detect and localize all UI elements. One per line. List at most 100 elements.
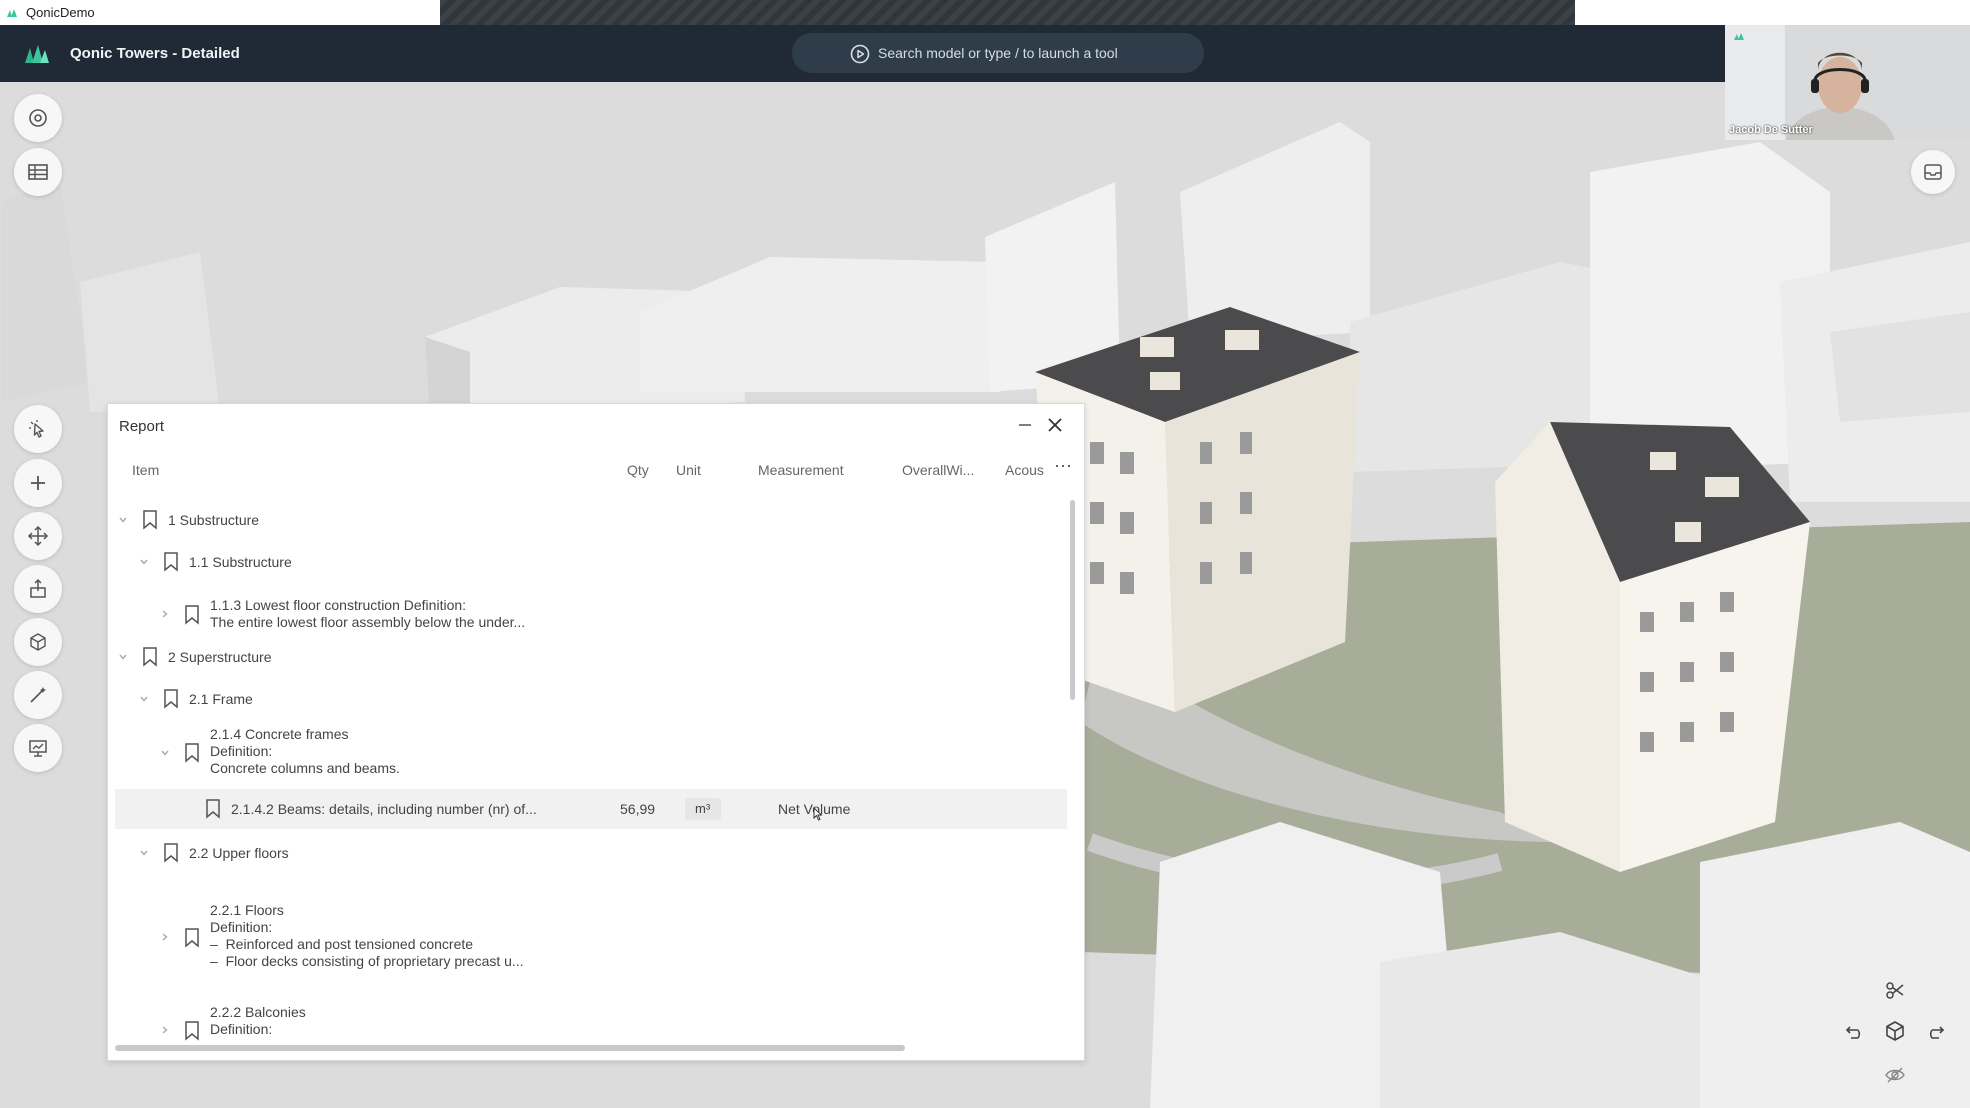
redo-icon	[1929, 1026, 1945, 1039]
select-tool-button[interactable]	[14, 405, 62, 453]
extrude-icon	[30, 578, 46, 598]
edit-tool-button[interactable]	[14, 671, 62, 719]
object-tool-button[interactable]	[14, 618, 62, 666]
inbox-button[interactable]	[1911, 150, 1955, 194]
column-overall-width[interactable]: OverallWi...	[902, 462, 974, 478]
cube-icon	[1886, 1021, 1904, 1041]
object-3d-icon	[30, 633, 46, 651]
bookmark-icon	[185, 743, 199, 763]
move-tool-button[interactable]	[14, 512, 62, 560]
minimize-icon[interactable]	[1016, 416, 1034, 434]
report-column-header: Item Qty Unit Measurement OverallWi... A…	[108, 456, 1086, 484]
vertical-scrollbar[interactable]	[1070, 500, 1075, 700]
chevron-down-icon[interactable]	[118, 515, 128, 525]
scissors-icon	[1886, 982, 1904, 999]
column-measurement[interactable]: Measurement	[758, 462, 844, 478]
extrude-tool-button[interactable]	[14, 565, 62, 613]
move-icon	[27, 525, 49, 547]
tree-row[interactable]: 2.1 Frame	[108, 687, 1068, 711]
selected-table-row[interactable]: 2.1.4.2 Beams: details, including number…	[115, 789, 1067, 829]
qonic-logo-icon	[7, 8, 17, 17]
play-circle-icon	[850, 44, 870, 64]
meeting-right-area	[1575, 0, 1970, 25]
qonic-logo-icon[interactable]	[24, 43, 50, 65]
tree-row-label: 2.2 Upper floors	[189, 845, 289, 861]
tree-row[interactable]: 2.2 Upper floors	[108, 841, 1068, 865]
report-panel[interactable]: Report Item Qty Unit Measurement Overall…	[107, 403, 1085, 1061]
add-tool-button[interactable]	[14, 459, 62, 507]
column-unit[interactable]: Unit	[676, 462, 701, 478]
horizontal-scrollbar[interactable]	[115, 1045, 905, 1051]
search-zoom-icon	[29, 109, 47, 127]
command-search-input[interactable]: Search model or type / to launch a tool	[792, 33, 1204, 73]
model-viewport[interactable]: Report Item Qty Unit Measurement Overall…	[0, 82, 1970, 1108]
qty-value: 56,99	[620, 801, 656, 817]
column-item[interactable]: Item	[132, 462, 159, 478]
chevron-right-icon[interactable]	[160, 932, 170, 942]
tree-row[interactable]: 2.1.4 Concrete frames Definition: Concre…	[108, 726, 1068, 780]
table-view-button[interactable]	[14, 148, 62, 196]
presentation-tool-button[interactable]	[14, 724, 62, 772]
project-title: Qonic Towers - Detailed	[70, 45, 240, 62]
participant-video-image	[1725, 25, 1970, 140]
meeting-top-bar: QonicDemo	[0, 0, 1970, 25]
report-title: Report	[119, 418, 165, 435]
chevron-right-icon[interactable]	[160, 609, 170, 619]
column-acoustic[interactable]: Acous	[1005, 462, 1044, 478]
tree-row-label: 2.2.2 Balconies Definition:	[210, 1004, 306, 1037]
bookmark-icon	[185, 1021, 199, 1041]
chevron-down-icon[interactable]	[139, 848, 149, 858]
unit-badge[interactable]: m³	[685, 798, 721, 820]
tree-row[interactable]: 2 Superstructure	[108, 645, 1068, 669]
tree-row-label: 2.1 Frame	[189, 691, 253, 707]
mouse-cursor-icon	[813, 807, 823, 821]
bookmark-icon	[164, 552, 178, 572]
visibility-toggle-button[interactable]	[1880, 1060, 1910, 1090]
tree-row[interactable]: 2.2.2 Balconies Definition:	[108, 1004, 1068, 1041]
redo-view-button[interactable]	[1923, 1018, 1953, 1048]
tree-row[interactable]: 1.1 Substructure	[108, 550, 1068, 574]
add-icon	[31, 476, 45, 490]
tree-row-label: 2 Superstructure	[168, 649, 272, 665]
bookmark-icon	[206, 799, 220, 819]
participant-name: Jacob De Sutter	[1729, 124, 1813, 136]
tree-row-label: 2.2.1 Floors Definition: – Reinforced an…	[210, 902, 524, 969]
bookmark-icon	[164, 689, 178, 709]
tree-row-label: 1 Substructure	[168, 512, 260, 528]
undo-view-button[interactable]	[1837, 1018, 1867, 1048]
app-header: Qonic Towers - Detailed Search model or …	[0, 25, 1725, 82]
close-icon[interactable]	[1046, 416, 1064, 434]
chevron-down-icon[interactable]	[139, 557, 149, 567]
eye-off-icon	[1885, 1067, 1905, 1083]
tree-row[interactable]: 1 Substructure	[108, 508, 1068, 532]
undo-icon	[1845, 1026, 1861, 1039]
more-columns-icon[interactable]: ⋯	[1054, 456, 1072, 477]
bookmark-icon	[143, 510, 157, 530]
tree-row-label: 2.1.4 Concrete frames Definition: Concre…	[210, 726, 400, 776]
presentation-icon	[29, 740, 47, 757]
tree-row[interactable]: 1.1.3 Lowest floor construction Definiti…	[108, 596, 1068, 632]
webcam-video: Jacob De Sutter	[1725, 25, 1970, 140]
tree-row[interactable]: 2.2.1 Floors Definition: – Reinforced an…	[108, 902, 1068, 974]
meeting-app-name: QonicDemo	[26, 5, 95, 20]
section-cut-button[interactable]	[1880, 975, 1910, 1005]
select-cursor-icon	[29, 420, 44, 438]
column-qty[interactable]: Qty	[627, 462, 649, 478]
chevron-right-icon[interactable]	[160, 1025, 170, 1035]
meeting-screen-share-strip	[440, 0, 1575, 25]
chevron-down-icon[interactable]	[160, 748, 170, 758]
bookmark-icon	[185, 928, 199, 948]
bookmark-icon	[143, 647, 157, 667]
inbox-icon	[1924, 164, 1942, 180]
tree-row-label: 1.1 Substructure	[189, 554, 292, 570]
chevron-down-icon[interactable]	[139, 694, 149, 704]
home-view-button[interactable]	[1880, 1016, 1910, 1046]
edit-wand-icon	[30, 687, 46, 703]
chevron-down-icon[interactable]	[118, 652, 128, 662]
bookmark-icon	[164, 843, 178, 863]
tree-row-label: 1.1.3 Lowest floor construction Definiti…	[210, 597, 526, 630]
meeting-app-label: QonicDemo	[0, 0, 440, 25]
search-placeholder: Search model or type / to launch a tool	[878, 45, 1118, 61]
search-zoom-button[interactable]	[14, 94, 62, 142]
table-icon	[28, 164, 48, 180]
